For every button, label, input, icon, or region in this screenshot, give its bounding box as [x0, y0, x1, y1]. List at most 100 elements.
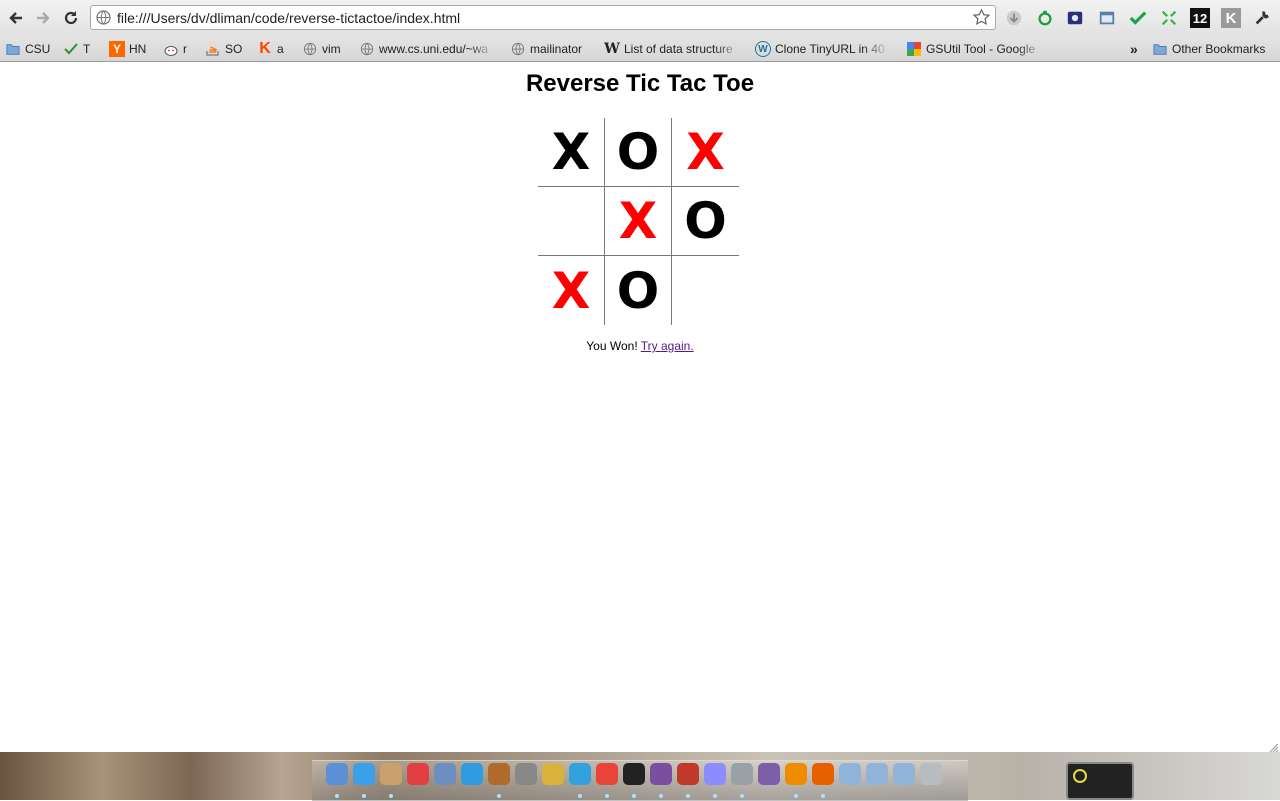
stopwatch-extension-icon[interactable] — [1035, 8, 1055, 28]
finder-icon[interactable] — [326, 763, 348, 785]
bookmark-a[interactable]: K a — [257, 40, 283, 58]
preview-icon[interactable] — [380, 763, 402, 785]
running-indicator — [659, 794, 663, 798]
vlc-icon[interactable] — [785, 763, 807, 785]
bookmark-gsutil[interactable]: GSUtil Tool - Google — [906, 40, 1044, 58]
browser-toolbar: file:///Users/dv/dliman/code/reverse-tic… — [0, 0, 1280, 36]
board-cell[interactable]: O — [605, 118, 672, 187]
board-cell[interactable] — [672, 256, 739, 325]
downloads-folder-icon[interactable] — [893, 763, 915, 785]
x-mark: X — [686, 123, 725, 181]
badge-12-icon[interactable]: 12 — [1190, 8, 1210, 28]
globe-icon — [359, 41, 375, 57]
bookmark-hn[interactable]: Y HN — [109, 40, 146, 58]
running-indicator — [578, 794, 582, 798]
documents-folder-icon[interactable] — [866, 763, 888, 785]
chrome-canary-icon[interactable] — [542, 763, 564, 785]
window-extension-icon[interactable] — [1097, 8, 1117, 28]
chrome-icon[interactable] — [596, 763, 618, 785]
folder-icon — [1152, 41, 1168, 57]
dashboard-widget[interactable] — [1066, 762, 1134, 800]
firefox-icon[interactable] — [812, 763, 834, 785]
reload-icon — [64, 11, 78, 25]
running-indicator — [713, 794, 717, 798]
wordpress-icon: W — [755, 41, 771, 57]
running-indicator — [362, 794, 366, 798]
k-extension-icon[interactable]: K — [1221, 8, 1241, 28]
game-status: You Won! Try again. — [0, 339, 1280, 353]
x-mark: X — [551, 261, 591, 320]
running-indicator — [389, 794, 393, 798]
shield-extension-icon[interactable] — [1065, 8, 1085, 28]
other-bookmarks[interactable]: Other Bookmarks — [1152, 40, 1265, 58]
checkmark-extension-icon[interactable] — [1128, 8, 1148, 28]
bookmark-mailinator[interactable]: mailinator — [510, 40, 582, 58]
running-indicator — [497, 794, 501, 798]
x-mark: X — [551, 123, 591, 181]
xcode-icon[interactable] — [704, 763, 726, 785]
bookmark-data-structures[interactable]: W List of data structure — [604, 40, 742, 58]
bookmark-t[interactable]: T — [63, 40, 90, 58]
running-indicator — [740, 794, 744, 798]
forward-button[interactable] — [32, 7, 54, 29]
x-mark: X — [618, 192, 658, 250]
applications-folder-icon[interactable] — [839, 763, 861, 785]
board-cell[interactable]: O — [605, 256, 672, 325]
back-button[interactable] — [5, 7, 27, 29]
widget-ring-icon — [1073, 769, 1087, 783]
app-icon[interactable] — [731, 763, 753, 785]
board-cell[interactable] — [538, 187, 605, 256]
running-indicator — [605, 794, 609, 798]
status-message: You Won! — [586, 339, 638, 353]
bookmark-so[interactable]: SO — [205, 40, 242, 58]
rocket-icon[interactable] — [677, 763, 699, 785]
board-cell[interactable]: O — [672, 187, 739, 256]
board-cell[interactable]: X — [605, 187, 672, 256]
bookmark-clone-tinyurl[interactable]: W Clone TinyURL in 40 — [755, 40, 889, 58]
page-globe-icon — [96, 10, 111, 25]
bookmark-cs-uni[interactable]: www.cs.uni.edu/~wa — [359, 40, 495, 58]
terminal-icon[interactable] — [623, 763, 645, 785]
o-mark: O — [684, 192, 727, 250]
bookmarks-overflow-chevron[interactable]: » — [1130, 40, 1138, 58]
globe-icon — [510, 41, 526, 57]
download-extension-icon[interactable] — [1004, 8, 1024, 28]
safari-icon[interactable] — [353, 763, 375, 785]
url-text: file:///Users/dv/dliman/code/reverse-tic… — [117, 10, 461, 26]
running-indicator — [686, 794, 690, 798]
twitter-icon[interactable] — [569, 763, 591, 785]
bookmark-r[interactable]: r — [163, 40, 187, 58]
globe-icon — [302, 41, 318, 57]
forward-arrow-icon — [37, 12, 50, 24]
resize-grip-icon[interactable] — [1268, 742, 1278, 752]
arrows-extension-icon[interactable] — [1159, 8, 1179, 28]
bookmark-vim[interactable]: vim — [302, 40, 341, 58]
running-indicator — [821, 794, 825, 798]
bookmark-star-icon[interactable] — [972, 8, 991, 27]
board-cell[interactable]: X — [672, 118, 739, 187]
photo-booth-icon[interactable] — [515, 763, 537, 785]
calendar-icon[interactable] — [407, 763, 429, 785]
bookmark-csu[interactable]: CSU — [5, 40, 50, 58]
k-logo-icon: K — [259, 40, 271, 57]
try-again-link[interactable]: Try again. — [641, 339, 694, 353]
running-indicator — [335, 794, 339, 798]
board-cell[interactable]: X — [538, 118, 605, 187]
itunes-icon[interactable] — [461, 763, 483, 785]
back-arrow-icon — [9, 12, 22, 24]
board-cell[interactable]: X — [538, 256, 605, 325]
o-mark: O — [616, 261, 660, 320]
wrench-menu-icon[interactable] — [1252, 8, 1272, 28]
emacs-icon[interactable] — [650, 763, 672, 785]
running-indicator — [794, 794, 798, 798]
stack-overflow-icon — [205, 41, 221, 57]
trash-icon[interactable] — [920, 763, 942, 785]
reddit-icon — [163, 41, 179, 57]
bookmarks-bar: CSU T Y HN r SO K a vim www.cs.uni.edu/~… — [0, 36, 1280, 62]
o-mark: O — [616, 123, 660, 181]
eclipse-icon[interactable] — [758, 763, 780, 785]
iphoto-icon[interactable] — [434, 763, 456, 785]
reload-button[interactable] — [60, 7, 82, 29]
address-bar[interactable]: file:///Users/dv/dliman/code/reverse-tic… — [90, 5, 996, 30]
garageband-icon[interactable] — [488, 763, 510, 785]
